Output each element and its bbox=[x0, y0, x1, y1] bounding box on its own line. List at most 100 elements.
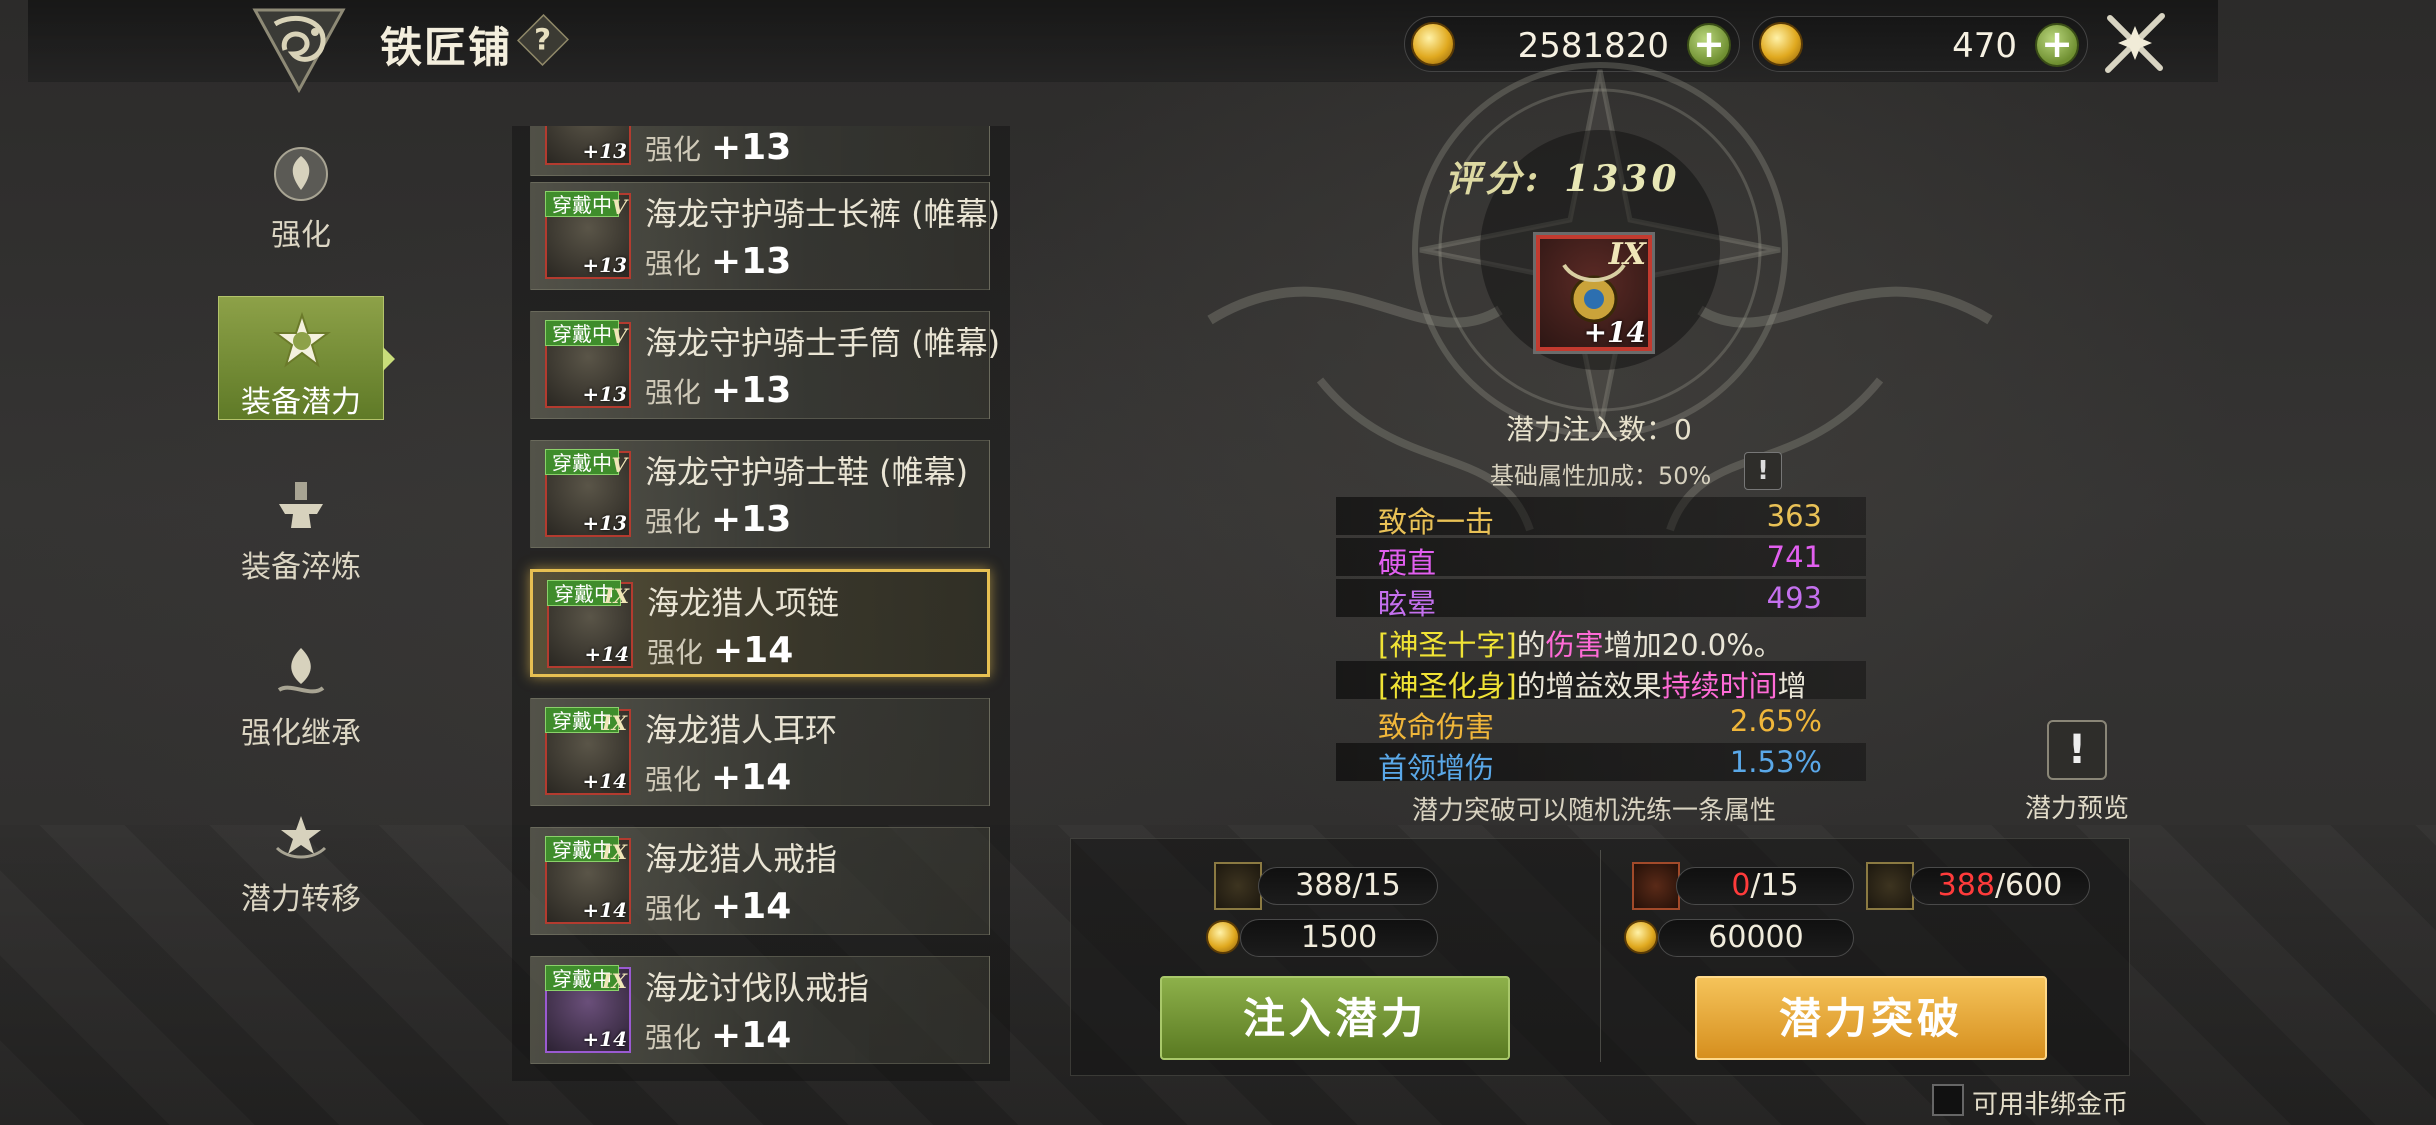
stat-value: 2.65% bbox=[1729, 704, 1822, 738]
stat-description: [神圣化身]的增益效果持续时间增 bbox=[1378, 669, 1807, 703]
stat-name: 致命伤害 bbox=[1378, 710, 1495, 744]
stat-row: 硬直 741 bbox=[1336, 538, 1866, 580]
item-level-tag: +14 bbox=[582, 898, 627, 922]
item-level-tag: +14 bbox=[1583, 316, 1646, 349]
nav-label: 强化继承 bbox=[241, 716, 361, 751]
potential-preview-button[interactable]: ! 潜力预览 bbox=[2022, 720, 2132, 830]
stats-panel: 致命一击 363 硬直 741 眩晕 493 [神圣十字]的伤害增加20.0%。… bbox=[1336, 497, 1866, 829]
gold-coin-icon bbox=[1206, 920, 1240, 954]
list-item-selected[interactable]: 穿戴中 IX +14 海龙猎人项链 强化 +14 bbox=[530, 569, 990, 677]
item-enhance: 强化 +14 bbox=[647, 630, 794, 671]
preview-label: 潜力预览 bbox=[2024, 794, 2129, 824]
item-enhance: 强化 +13 bbox=[645, 127, 792, 168]
stat-value: 363 bbox=[1766, 499, 1822, 533]
inherit-icon bbox=[277, 648, 325, 694]
pants-icon: 穿戴中 V +13 bbox=[545, 191, 631, 279]
selected-item-icon: IX +14 bbox=[1533, 232, 1655, 354]
add-currency-button[interactable]: + bbox=[2035, 23, 2079, 67]
stat-value: 493 bbox=[1766, 581, 1822, 615]
stat-name: 硬直 bbox=[1378, 546, 1437, 580]
stat-row: 眩晕 493 bbox=[1336, 579, 1866, 621]
nav-label: 装备潜力 bbox=[241, 385, 361, 420]
question-icon: ? bbox=[534, 22, 552, 58]
potential-breakthrough-button[interactable]: 潜力突破 bbox=[1695, 976, 2047, 1060]
inject-count: 潜力注入数：0 bbox=[1506, 413, 1692, 446]
stat-row: 致命一击 363 bbox=[1336, 497, 1866, 539]
list-item[interactable]: 穿戴中 V +13 海龙守护骑士鞋 (帷幕) 强化 +13 bbox=[530, 440, 990, 548]
item-name: 海龙猎人项链 bbox=[647, 584, 840, 622]
list-item[interactable]: 穿戴中 V +13 海龙守护骑士长裤 (帷幕) 强化 +13 bbox=[530, 182, 1000, 290]
inject-potential-button[interactable]: 注入潜力 bbox=[1160, 976, 1510, 1060]
tier-numeral: IX bbox=[602, 840, 627, 864]
list-item[interactable]: 穿戴中 V +13 海龙守护骑士手筒 (帷幕) 强化 +13 bbox=[530, 311, 1000, 419]
nav-potential[interactable]: 装备潜力 bbox=[218, 296, 395, 420]
item-enhance: 强化 +14 bbox=[645, 1015, 792, 1056]
breakthrough-stone-icon bbox=[1632, 862, 1680, 910]
stat-name: 致命一击 bbox=[1378, 505, 1495, 539]
panel-divider bbox=[1600, 850, 1601, 1062]
dragon-logo-icon bbox=[252, 8, 346, 94]
item-level-tag: +13 bbox=[582, 511, 627, 535]
nav-enhance[interactable]: 强化 bbox=[218, 130, 384, 254]
transfer-icon bbox=[275, 816, 327, 859]
item-name: 海龙守护骑士长裤 (帷幕) bbox=[645, 195, 1001, 233]
breakthrough-material2: 388/600 bbox=[1910, 867, 2090, 905]
item-name: 海龙猎人戒指 bbox=[645, 840, 838, 878]
breakthrough-hint: 潜力突破可以随机洗练一条属性 bbox=[1412, 796, 1777, 826]
tier-numeral: V bbox=[611, 453, 627, 477]
equipped-badge: 穿戴中 bbox=[545, 191, 619, 217]
tier-numeral: IX bbox=[1608, 237, 1646, 272]
equipment-list[interactable]: +13 强化 +13 穿戴中 V +13 海龙守护骑士长裤 (帷幕) 强化 +13 … bbox=[512, 126, 1010, 1081]
score-display: 评分: 1330 bbox=[1445, 150, 1681, 202]
potential-icon bbox=[273, 311, 331, 368]
item-level-tag: +13 bbox=[582, 253, 627, 277]
list-item[interactable]: +13 强化 +13 bbox=[530, 126, 990, 176]
tier-numeral: V bbox=[611, 324, 627, 348]
tier-numeral: V bbox=[611, 195, 627, 219]
gold-coin-icon bbox=[1624, 920, 1658, 954]
stat-text-row: [神圣十字]的伤害增加20.0%。 bbox=[1336, 620, 1866, 662]
stat-row: 首领增伤 1.53% bbox=[1336, 743, 1866, 785]
potential-stone-icon bbox=[1866, 862, 1914, 910]
earring-icon: 穿戴中 IX +14 bbox=[545, 707, 631, 795]
stat-row: 致命伤害 2.65% bbox=[1336, 702, 1866, 744]
list-item[interactable]: 穿戴中 IX +14 海龙讨伐队戒指 强化 +14 bbox=[530, 956, 990, 1064]
item-name: 海龙猎人耳环 bbox=[645, 711, 838, 749]
base-bonus: 基础属性加成：50% bbox=[1490, 462, 1712, 490]
nav-label: 潜力转移 bbox=[241, 882, 361, 917]
nav-refine[interactable]: 装备淬炼 bbox=[218, 462, 384, 586]
item-enhance: 强化 +13 bbox=[645, 241, 792, 282]
breakthrough-gold-cost: 60000 bbox=[1658, 919, 1854, 957]
list-item[interactable]: 穿戴中 IX +14 海龙猎人戒指 强化 +14 bbox=[530, 827, 990, 935]
info-button[interactable]: ! bbox=[1744, 452, 1782, 490]
nav-label: 装备淬炼 bbox=[241, 550, 361, 585]
tier-numeral: IX bbox=[602, 969, 627, 993]
nav-transfer[interactable]: 潜力转移 bbox=[218, 794, 384, 918]
close-icon[interactable] bbox=[2100, 8, 2170, 78]
gauntlet-icon: 穿戴中 V +13 bbox=[545, 320, 631, 408]
item-icon: +13 bbox=[545, 126, 631, 165]
item-name: 海龙讨伐队戒指 bbox=[645, 969, 870, 1007]
item-enhance: 强化 +14 bbox=[645, 886, 792, 927]
nav-label: 强化 bbox=[271, 218, 331, 253]
tier-numeral: IX bbox=[604, 584, 629, 608]
item-name: 海龙守护骑士手筒 (帷幕) bbox=[645, 324, 1001, 362]
nav-inherit[interactable]: 强化继承 bbox=[218, 628, 384, 752]
ring-icon: 穿戴中 IX +14 bbox=[545, 836, 631, 924]
stat-value: 1.53% bbox=[1729, 745, 1822, 779]
stat-name: 眩晕 bbox=[1378, 587, 1437, 621]
stat-value: 741 bbox=[1766, 540, 1822, 574]
list-item[interactable]: 穿戴中 IX +14 海龙猎人耳环 强化 +14 bbox=[530, 698, 990, 806]
exclamation-icon: ! bbox=[2047, 720, 2107, 780]
equipped-badge: 穿戴中 bbox=[545, 449, 619, 475]
score-label: 评分: bbox=[1445, 158, 1543, 200]
checkbox[interactable] bbox=[1932, 1084, 1964, 1116]
item-level-tag: +14 bbox=[584, 642, 629, 666]
ring-icon: 穿戴中 IX +14 bbox=[545, 965, 631, 1053]
stat-text-row: [神圣化身]的增益效果持续时间增 bbox=[1336, 661, 1866, 703]
item-level-tag: +14 bbox=[582, 1027, 627, 1051]
item-name: 海龙守护骑士鞋 (帷幕) bbox=[645, 453, 969, 491]
item-enhance: 强化 +13 bbox=[645, 499, 792, 540]
breakthrough-material1: 0/15 bbox=[1676, 867, 1854, 905]
boots-icon: 穿戴中 V +13 bbox=[545, 449, 631, 537]
